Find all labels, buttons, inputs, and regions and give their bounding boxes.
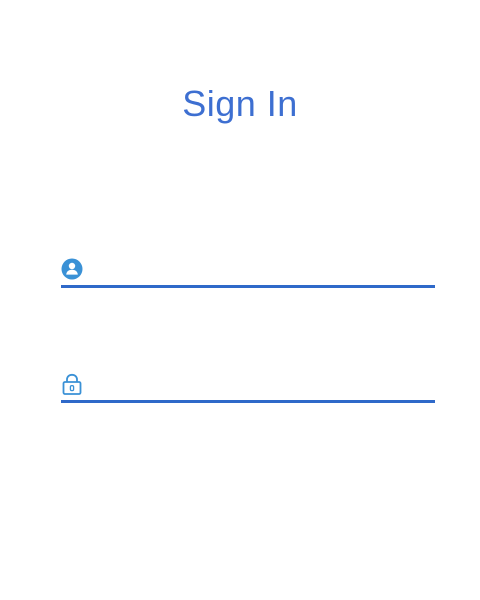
page-title: Sign In bbox=[182, 83, 298, 124]
password-input[interactable] bbox=[91, 373, 435, 397]
password-field[interactable] bbox=[61, 373, 435, 403]
lock-icon bbox=[62, 373, 82, 395]
username-field[interactable] bbox=[61, 258, 435, 288]
username-underline bbox=[61, 285, 435, 288]
user-circle-icon bbox=[61, 258, 83, 280]
username-input[interactable] bbox=[91, 258, 435, 282]
password-underline bbox=[61, 400, 435, 403]
